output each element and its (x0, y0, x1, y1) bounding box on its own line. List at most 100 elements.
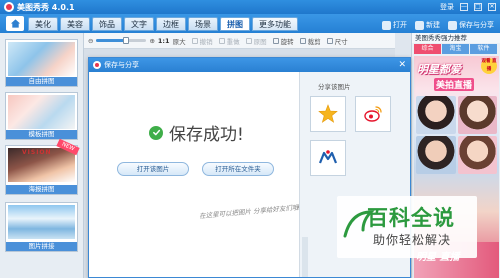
sidebar-item-label: 图片拼接 (6, 242, 77, 251)
weibo-icon (364, 106, 382, 122)
vision-tag: VISION (22, 149, 52, 156)
tab-collage[interactable]: 拼图 (220, 17, 250, 31)
redo-label: 重做 (226, 37, 240, 46)
promo-subtitle: 美拍直播 (434, 78, 475, 91)
zoom-slider-knob[interactable] (123, 37, 130, 44)
plus-icon (415, 20, 424, 30)
share-qzone-button[interactable] (310, 96, 346, 132)
zoom-out-icon[interactable]: ⊖ (88, 37, 93, 45)
maximize-button[interactable]: □ (474, 3, 482, 11)
open-picture-button[interactable]: 打开该图片 (117, 162, 189, 176)
template-collage-thumbnail (8, 95, 75, 129)
close-window-button[interactable]: ✕ (488, 3, 496, 11)
promo-photo (457, 96, 497, 134)
original-label: 原图 (253, 37, 267, 46)
title-bar: 美图秀秀 4.0.1 登录 — □ ✕ (0, 0, 500, 14)
size-button[interactable]: 尺寸 (326, 36, 348, 46)
save-share-button[interactable]: 保存与分享 (448, 20, 494, 30)
share-weibo-button[interactable] (355, 96, 391, 132)
dialog-close-button[interactable]: ✕ (398, 60, 406, 70)
open-folder-button[interactable]: 打开所在文件夹 (202, 162, 274, 176)
zoom-in-icon[interactable]: ⊕ (149, 37, 154, 45)
main-menu-bar: 美化 美容 饰品 文字 边框 场景 拼图 更多功能 打开 新建 保存与分享 (0, 14, 500, 33)
tab-text[interactable]: 文字 (124, 17, 154, 31)
sidebar-item-free-collage[interactable]: 自由拼图 (5, 39, 78, 87)
meitu-icon (318, 150, 338, 164)
zoom-control: ⊖ ⊕ 1:1 原大 (88, 36, 186, 46)
dialog-main: 保存成功! 打开该图片 打开所在文件夹 在这里可以把图片 分享给好友们哦~ (89, 72, 307, 277)
tab-beautify[interactable]: 美化 (28, 17, 58, 31)
rotate-button[interactable]: 旋转 (272, 36, 294, 46)
crop-icon (299, 37, 306, 44)
promo-badge: 观看 直播 (481, 58, 497, 74)
recommend-header: 美图秀秀强力推荐 (412, 33, 500, 43)
open-button[interactable]: 打开 (382, 20, 407, 30)
dialog-title-bar: 保存与分享 ✕ (89, 58, 410, 72)
share-title: 分享该图片 (318, 83, 351, 91)
watermark-subtitle: 助你轻松解决 (373, 233, 452, 247)
home-button[interactable] (6, 16, 24, 31)
edit-toolbar: ⊖ ⊕ 1:1 原大 撤销 重做 原图 旋转 裁剪 尺寸 (84, 33, 395, 49)
tab-scenes[interactable]: 场景 (188, 17, 218, 31)
menu-actions: 打开 新建 保存与分享 (382, 20, 494, 30)
new-button[interactable]: 新建 (415, 20, 440, 30)
crop-label: 裁剪 (307, 37, 321, 46)
undo-button[interactable]: 撤销 (191, 36, 213, 46)
undo-label: 撤销 (199, 37, 213, 46)
promo-photo (416, 136, 456, 174)
share-meitu-button[interactable] (310, 140, 346, 176)
sidebar-item-image-stitch[interactable]: 图片拼接 (5, 202, 78, 252)
tab-taobao[interactable]: 淘宝 (442, 44, 469, 54)
meitu-logo-icon (4, 2, 14, 12)
check-icon (149, 125, 163, 140)
rotate-icon (272, 37, 279, 44)
collage-sidebar: 自由拼图 模板拼图 VISION NEW 海报拼图 图片拼接 (0, 33, 84, 278)
success-message: 保存成功! (149, 120, 244, 145)
tab-software[interactable]: 软件 (470, 44, 497, 54)
login-link[interactable]: 登录 (440, 2, 454, 12)
tab-more-features[interactable]: 更多功能 (252, 17, 298, 31)
tab-accessories[interactable]: 饰品 (92, 17, 122, 31)
promo-headline: 明星都爱 (417, 63, 461, 76)
promo-photo-grid (416, 96, 497, 174)
save-icon (448, 20, 457, 30)
sidebar-item-poster-collage[interactable]: VISION NEW 海报拼图 (5, 138, 80, 195)
zoom-ratio[interactable]: 1:1 (158, 37, 170, 45)
success-text: 保存成功! (169, 125, 244, 145)
home-icon (10, 19, 20, 28)
zoom-slider[interactable] (96, 37, 147, 44)
sidebar-item-label: 海报拼图 (6, 185, 77, 194)
tab-general[interactable]: 综合 (414, 44, 441, 54)
size-icon (326, 37, 333, 44)
promo-photo (416, 96, 456, 134)
watermark-title: 百科全说 (367, 206, 455, 230)
promo-photo (457, 136, 497, 174)
actual-size-button[interactable]: 原大 (173, 36, 186, 46)
sidebar-item-label: 自由拼图 (6, 77, 77, 86)
original-button[interactable]: 原图 (245, 36, 267, 46)
sidebar-item-template-collage[interactable]: 模板拼图 (5, 92, 78, 140)
undo-icon (191, 37, 198, 44)
meitu-logo-icon (93, 61, 101, 69)
original-icon (245, 37, 252, 44)
recommend-tabs: 综合 淘宝 软件 (414, 44, 498, 54)
window-title: 美图秀秀 4.0.1 (17, 2, 75, 12)
tab-frames[interactable]: 边框 (156, 17, 186, 31)
watermark: 百科全说 助你轻松解决 (337, 196, 477, 258)
folder-icon (382, 20, 391, 30)
redo-button[interactable]: 重做 (218, 36, 240, 46)
zoom-slider-fill (96, 39, 127, 42)
redo-icon (218, 37, 225, 44)
tab-beauty[interactable]: 美容 (60, 17, 90, 31)
image-stitch-thumbnail (8, 205, 75, 239)
qzone-icon (318, 104, 338, 123)
rotate-label: 旋转 (280, 37, 294, 46)
title-bar-right: 登录 — □ ✕ (440, 2, 500, 12)
open-label: 打开 (393, 21, 407, 29)
sidebar-item-label: 模板拼图 (6, 130, 77, 139)
new-label: 新建 (426, 21, 440, 29)
minimize-button[interactable]: — (460, 3, 468, 11)
menu-tabs: 美化 美容 饰品 文字 边框 场景 拼图 更多功能 (28, 17, 298, 31)
free-collage-thumbnail (8, 42, 75, 76)
crop-button[interactable]: 裁剪 (299, 36, 321, 46)
